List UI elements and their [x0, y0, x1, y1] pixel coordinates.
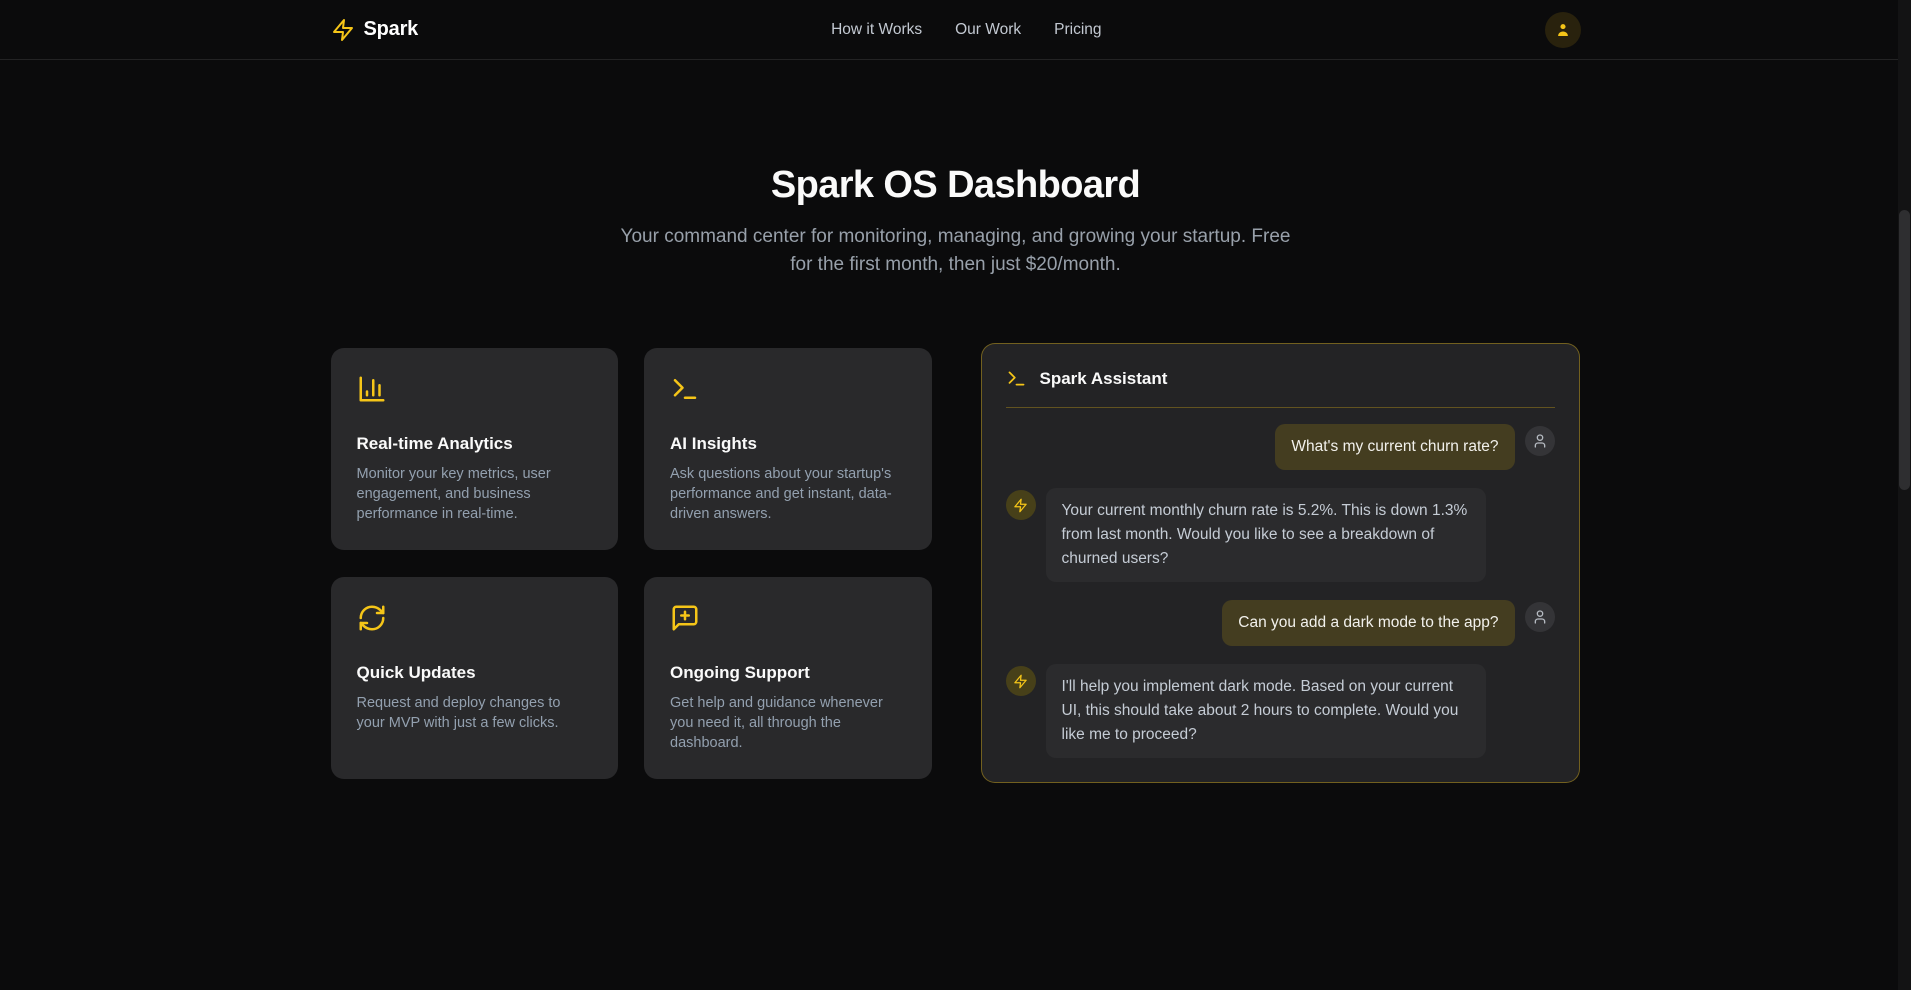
assistant-panel-header: Spark Assistant — [1006, 368, 1555, 408]
feature-card-title: AI Insights — [670, 434, 906, 454]
chat-bubble: Your current monthly churn rate is 5.2%.… — [1046, 488, 1486, 582]
assistant-avatar — [1006, 666, 1036, 696]
nav-link-our-work[interactable]: Our Work — [955, 21, 1021, 39]
bar-chart-icon — [357, 374, 387, 404]
feature-card-grid: Real-time Analytics Monitor your key met… — [331, 348, 932, 779]
brand-name: Spark — [364, 18, 419, 41]
assistant-panel-title: Spark Assistant — [1040, 369, 1168, 389]
chat-message-assistant: I'll help you implement dark mode. Based… — [1006, 664, 1555, 758]
page-title: Spark OS Dashboard — [0, 164, 1911, 207]
chat-bubble: Can you add a dark mode to the app? — [1222, 600, 1514, 646]
assistant-avatar — [1006, 490, 1036, 520]
user-icon — [1532, 433, 1548, 449]
chat-bubble: What's my current churn rate? — [1275, 424, 1514, 470]
main-nav: How it Works Our Work Pricing — [831, 0, 1101, 59]
message-square-plus-icon — [670, 603, 700, 633]
feature-card-quick-updates: Quick Updates Request and deploy changes… — [331, 577, 619, 779]
nav-link-pricing[interactable]: Pricing — [1054, 21, 1101, 39]
page-subtitle: Your command center for monitoring, mana… — [611, 223, 1301, 279]
hero-section: Spark OS Dashboard Your command center f… — [0, 60, 1911, 279]
user-icon — [1532, 609, 1548, 625]
user-avatar — [1525, 426, 1555, 456]
refresh-icon — [357, 603, 387, 633]
nav-link-how-it-works[interactable]: How it Works — [831, 21, 922, 39]
feature-card-title: Ongoing Support — [670, 663, 906, 683]
main-content: Real-time Analytics Monitor your key met… — [331, 343, 1581, 783]
top-navbar: Spark How it Works Our Work Pricing — [0, 0, 1911, 60]
spark-assistant-panel: Spark Assistant What's my current churn … — [981, 343, 1580, 783]
zap-icon — [1013, 674, 1028, 689]
terminal-icon — [1006, 368, 1027, 389]
feature-card-description: Monitor your key metrics, user engagemen… — [357, 464, 593, 524]
brand-logo[interactable]: Spark — [331, 18, 419, 42]
chat-bubble: I'll help you implement dark mode. Based… — [1046, 664, 1486, 758]
terminal-icon — [670, 374, 700, 404]
vertical-scrollbar[interactable] — [1898, 0, 1911, 990]
feature-card-title: Quick Updates — [357, 663, 593, 683]
scrollbar-thumb[interactable] — [1899, 210, 1910, 490]
chat-message-assistant: Your current monthly churn rate is 5.2%.… — [1006, 488, 1555, 582]
chat-message-user: Can you add a dark mode to the app? — [1006, 600, 1555, 646]
feature-card-realtime-analytics: Real-time Analytics Monitor your key met… — [331, 348, 619, 550]
feature-card-description: Request and deploy changes to your MVP w… — [357, 693, 593, 733]
feature-card-description: Ask questions about your startup's perfo… — [670, 464, 906, 524]
chat-message-list: What's my current churn rate? Your curre… — [1006, 424, 1555, 758]
user-icon — [1554, 21, 1572, 39]
feature-card-description: Get help and guidance whenever you need … — [670, 693, 906, 753]
user-avatar — [1525, 602, 1555, 632]
feature-card-title: Real-time Analytics — [357, 434, 593, 454]
account-avatar-button[interactable] — [1545, 12, 1581, 48]
feature-card-ongoing-support: Ongoing Support Get help and guidance wh… — [644, 577, 932, 779]
zap-icon — [1013, 498, 1028, 513]
chat-message-user: What's my current churn rate? — [1006, 424, 1555, 470]
feature-card-ai-insights: AI Insights Ask questions about your sta… — [644, 348, 932, 550]
zap-icon — [331, 18, 355, 42]
page: Spark How it Works Our Work Pricing Spar… — [0, 0, 1911, 990]
